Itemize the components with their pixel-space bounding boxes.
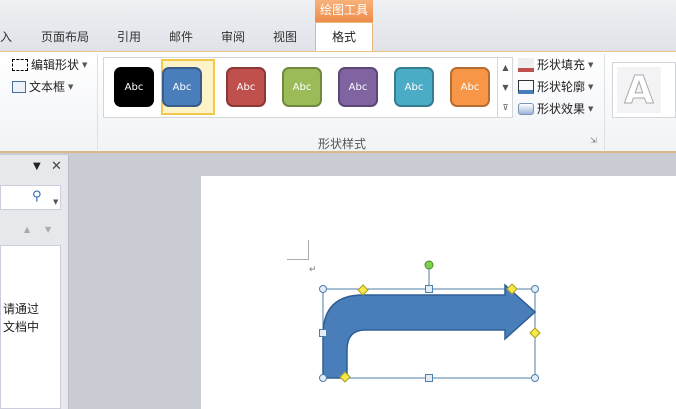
- resize-handle[interactable]: [319, 374, 327, 382]
- resize-handle[interactable]: [531, 374, 539, 382]
- resize-handle[interactable]: [425, 285, 433, 293]
- resize-handle[interactable]: [425, 374, 433, 382]
- bent-arrow-shape[interactable]: [0, 0, 676, 409]
- resize-handle[interactable]: [319, 285, 327, 293]
- resize-handle[interactable]: [531, 285, 539, 293]
- resize-handle[interactable]: [319, 329, 327, 337]
- bent-arrow[interactable]: [322, 283, 537, 379]
- rotation-handle[interactable]: [424, 260, 434, 270]
